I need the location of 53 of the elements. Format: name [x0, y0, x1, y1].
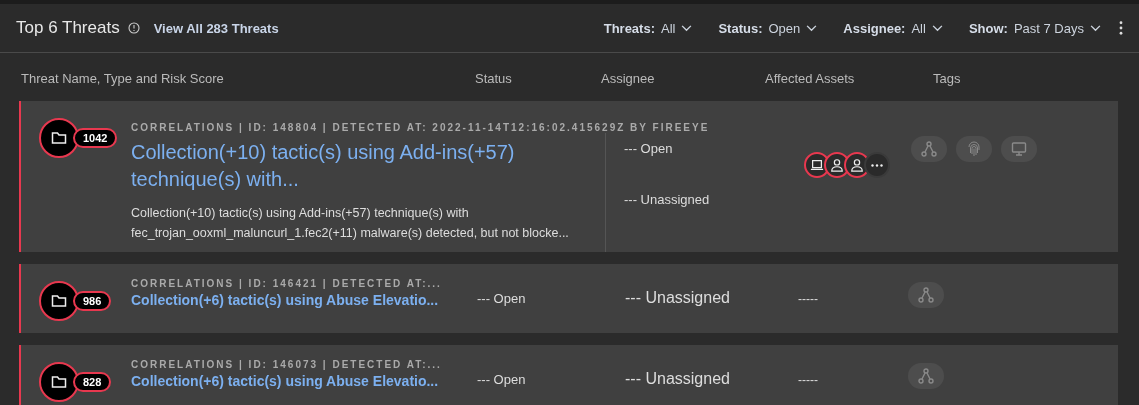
risk-score: 828: [73, 372, 112, 392]
assignee-text: --- Unassigned: [625, 289, 730, 306]
monitor-icon: [1011, 141, 1027, 157]
more-icon: [871, 163, 883, 167]
threat-meta: CORRELATIONS | ID: 148804 | DETECTED AT: 2022-11-14T12:16:02.415629Z BY FIREEYE: [131, 122, 711, 133]
filter-dropdown[interactable]: Threats: All: [603, 20, 693, 36]
status-text: --- Open: [477, 291, 526, 306]
threat-title-link[interactable]: Collection(+6) tactic(s) using Abuse Elevatio...: [131, 373, 477, 389]
status-text: --- Open: [477, 372, 526, 387]
threat-title-link[interactable]: Collection(+6) tactic(s) using Abuse Elevatio...: [131, 292, 477, 308]
threat-meta: CORRELATIONS | ID: 146421 | DETECTED AT:...: [131, 278, 443, 289]
user-icon: [830, 158, 844, 172]
filter-dropdown[interactable]: Status: Open: [718, 20, 818, 36]
assignee-text: --- Unassigned: [625, 370, 730, 387]
share-icon: [918, 287, 934, 303]
column-header: Status: [475, 71, 513, 88]
fingerprint-icon: [966, 141, 982, 157]
filter-dropdown[interactable]: Assignee: All: [843, 20, 943, 36]
user-icon: [850, 158, 864, 172]
tag-button[interactable]: [911, 136, 947, 162]
panel-title: Top 6 Threats: [16, 18, 120, 38]
column-header: Threat Name, Type and Risk Score: [21, 71, 225, 88]
share-icon: [921, 141, 937, 157]
assets-text: -----: [798, 292, 818, 306]
folder-icon: [51, 293, 67, 309]
column-header: Tags: [933, 71, 962, 88]
folder-icon: [51, 374, 67, 390]
status-text: --- Open: [624, 141, 674, 156]
folder-icon: [51, 130, 67, 146]
column-header: Assignee: [601, 71, 656, 88]
threat-description: Collection(+10) tactic(s) using Add-ins(+57) technique(s) with fec_trojan_ooxml_maluncurl_1.fec2(+11) malware(s) detected, but not blocke...: [131, 205, 570, 242]
threat-title-link[interactable]: Collection(+10) tactic(s) using Add-ins(+57) technique(s) with...: [131, 139, 551, 193]
more-assets-button[interactable]: [864, 152, 890, 178]
risk-score: 1042: [73, 128, 118, 148]
chevron-down-icon: [806, 24, 818, 32]
info-icon: [127, 22, 140, 34]
share-icon: [918, 368, 934, 384]
tag-button[interactable]: [908, 363, 944, 389]
tag-button[interactable]: [956, 136, 992, 162]
assets-text: -----: [798, 373, 818, 387]
chevron-down-icon: [681, 24, 693, 32]
tag-button[interactable]: [1001, 136, 1037, 162]
filter-dropdown[interactable]: Show: Past 7 Days: [968, 20, 1101, 36]
chevron-down-icon: [1090, 24, 1101, 32]
column-header: Affected Assets: [765, 71, 856, 88]
view-all-link[interactable]: View All 283 Threats: [153, 20, 279, 36]
threat-meta: CORRELATIONS | ID: 146073 | DETECTED AT:...: [131, 359, 443, 370]
tag-button[interactable]: [908, 282, 944, 308]
chevron-down-icon: [931, 24, 943, 32]
assignee-text: --- Unassigned: [624, 192, 711, 207]
more-options-icon[interactable]: [1119, 21, 1123, 35]
risk-score: 986: [73, 291, 112, 311]
laptop-icon: [810, 158, 824, 172]
